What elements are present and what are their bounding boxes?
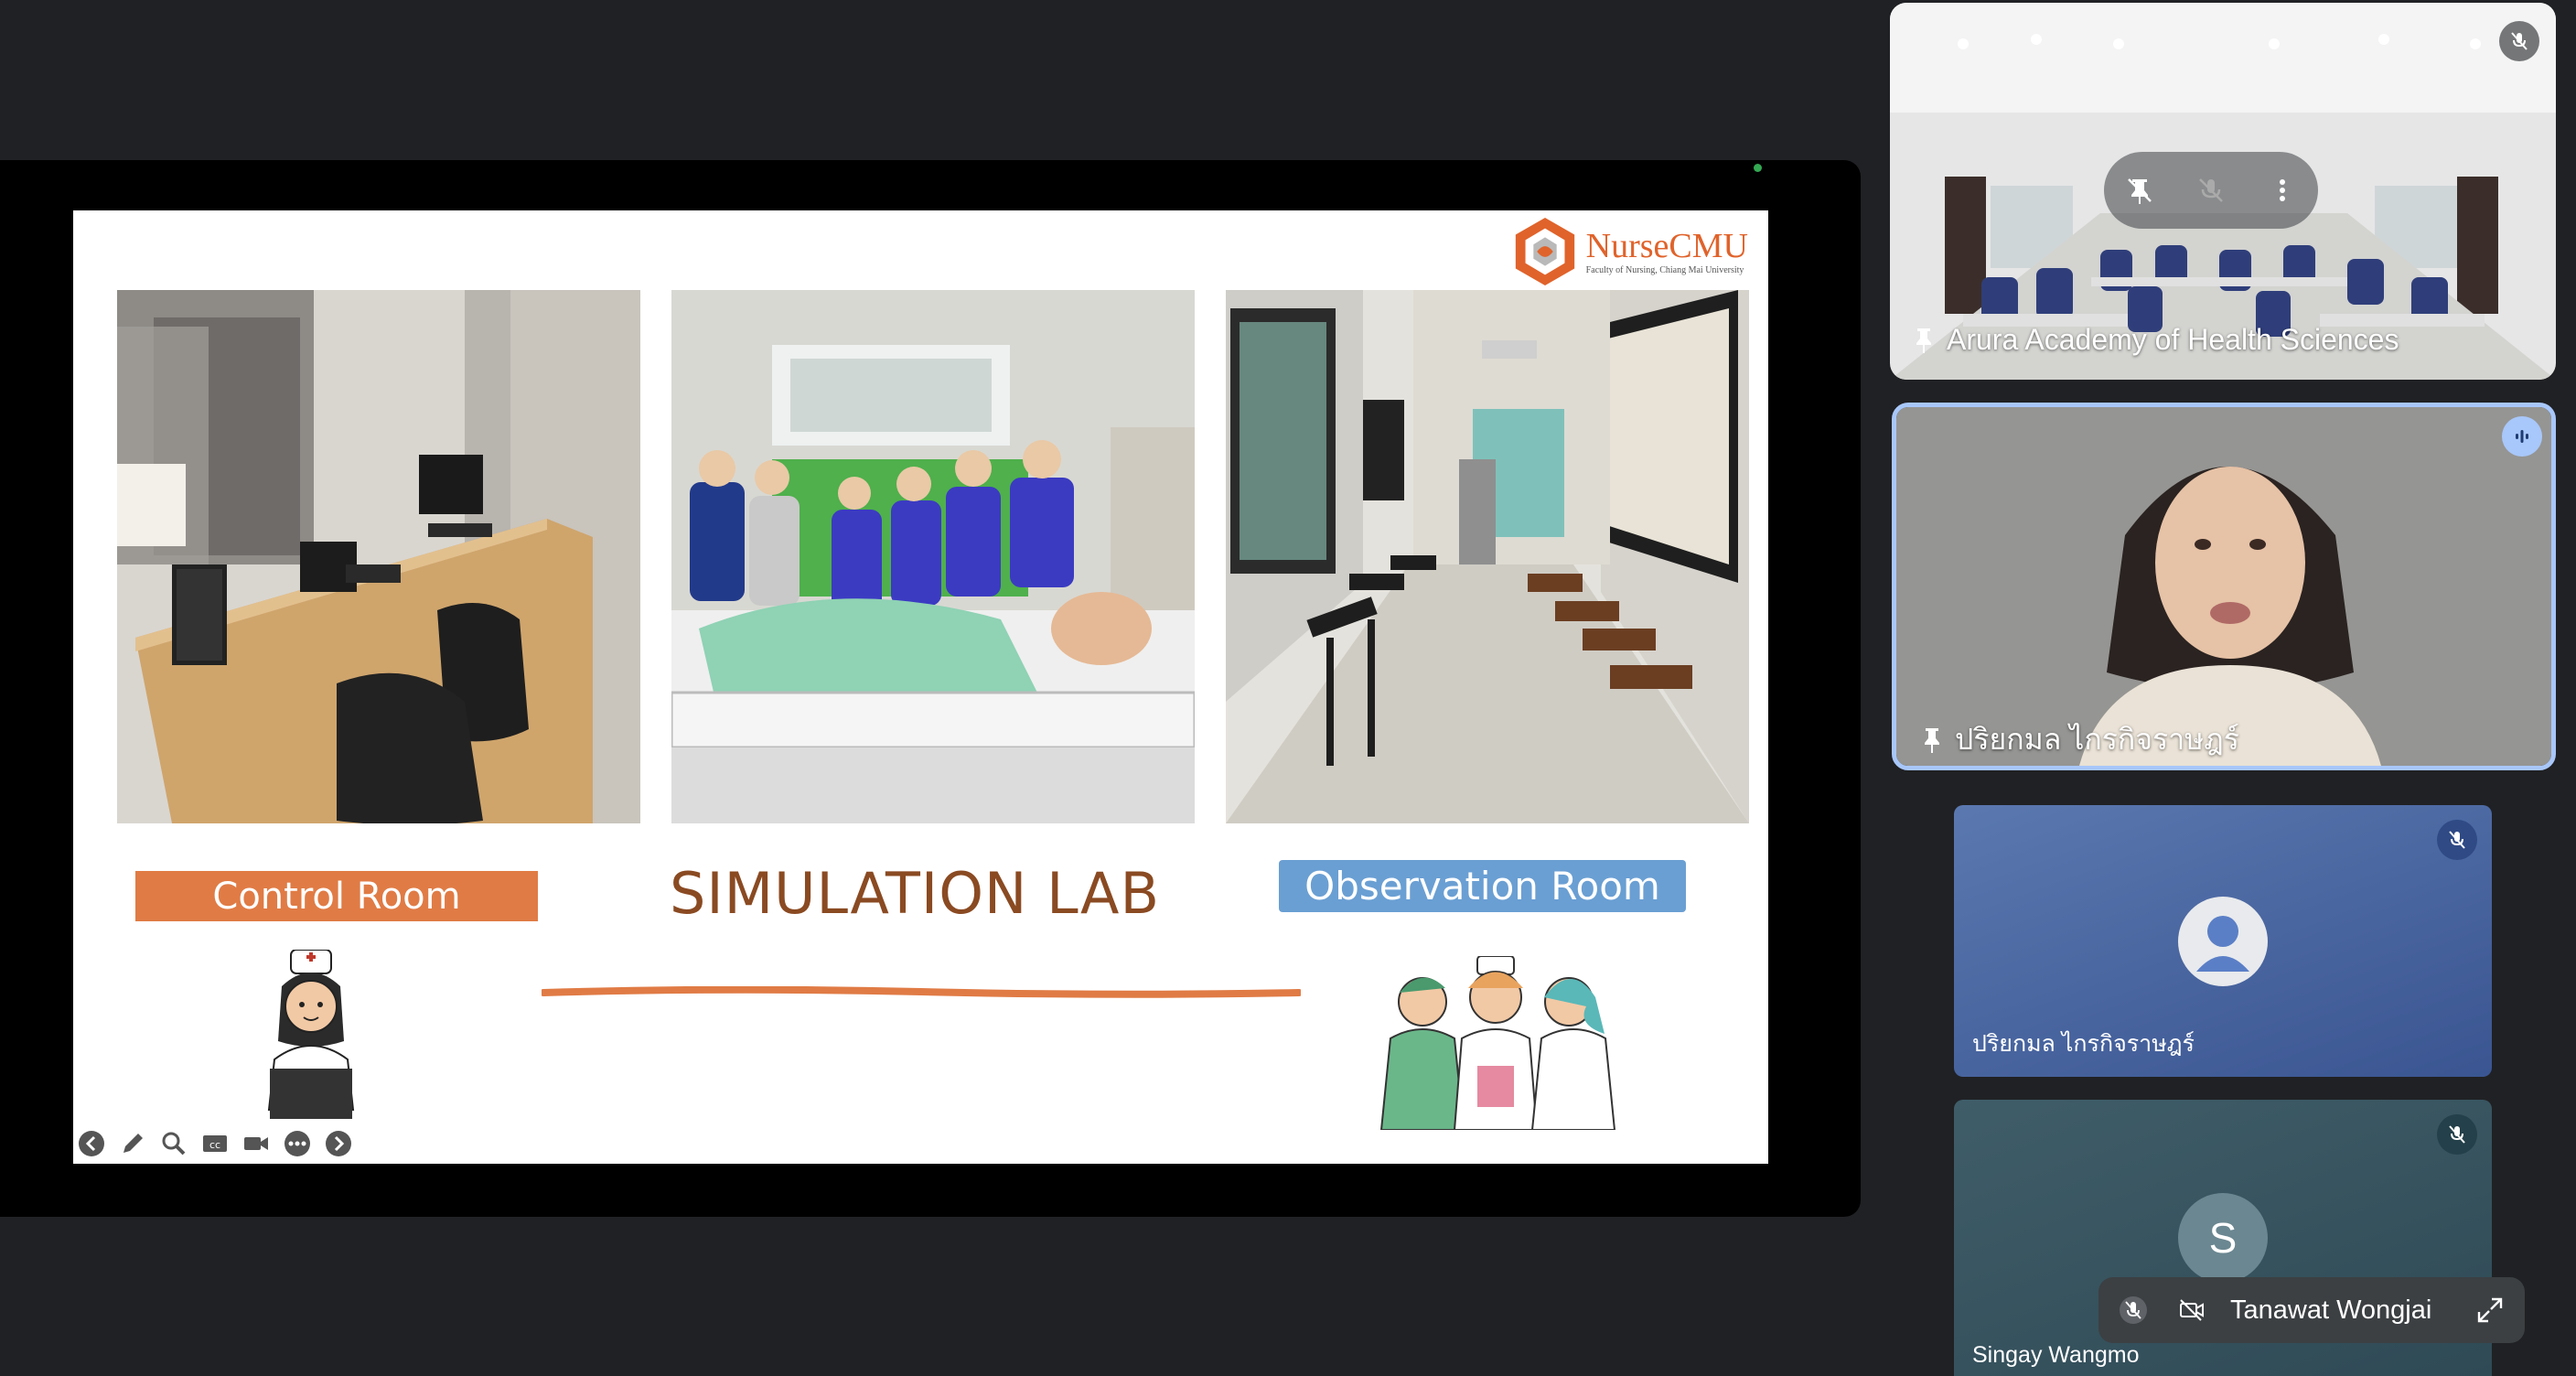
video-camera-icon (244, 1137, 268, 1150)
nursecmu-logo: NurseCMU Faculty of Nursing, Chiang Mai … (1509, 216, 1748, 287)
avatar-letter: S (2208, 1214, 2238, 1262)
mic-off-icon (2449, 831, 2465, 849)
participant-tile-speaker[interactable]: ปริยกมล ไกรกิจราษฎร์ (1892, 403, 2556, 770)
unpin-button[interactable] (2123, 174, 2156, 207)
previous-slide-button[interactable] (75, 1127, 108, 1160)
presenting-indicator (1754, 164, 1762, 172)
logo-name: NurseCMU (1585, 226, 1748, 265)
magnifier-icon (162, 1132, 186, 1156)
mic-off-icon (2511, 32, 2528, 50)
self-name: Tanawat Wongjai (2230, 1295, 2432, 1325)
expand-self-view-button[interactable] (2470, 1290, 2510, 1330)
nurse-laptop-illustration (267, 950, 355, 1119)
closed-captions-icon: cc (203, 1135, 227, 1152)
participant-name-arura: Arura Academy of Health Sciences (1914, 323, 2399, 357)
arrow-right-icon (326, 1131, 351, 1156)
nurses-group-illustration (1379, 956, 1616, 1130)
slide-toolbar: cc (75, 1127, 355, 1160)
expand-icon (2477, 1297, 2503, 1323)
participant-name-singay: Singay Wangmo (1972, 1342, 2140, 1368)
self-camera-button[interactable] (2172, 1290, 2212, 1330)
self-view-bar: Tanawat Wongjai (2098, 1277, 2525, 1343)
muted-indicator (2437, 820, 2477, 860)
presentation-slide[interactable]: NurseCMU Faculty of Nursing, Chiang Mai … (73, 210, 1768, 1164)
more-horizontal-icon (284, 1131, 310, 1156)
simulation-photo (671, 290, 1195, 823)
slide-title: SIMULATION LAB (669, 860, 1161, 927)
avatar (2178, 896, 2268, 986)
logo-subtitle: Faculty of Nursing, Chiang Mai Universit… (1585, 264, 1744, 275)
observation-room-photo (1226, 290, 1749, 823)
video-off-icon (2180, 1299, 2204, 1321)
control-room-photo (117, 290, 640, 823)
avatar: S (2178, 1193, 2268, 1283)
next-slide-button[interactable] (322, 1127, 355, 1160)
mic-off-icon (2449, 1125, 2465, 1144)
nursecmu-logo-icon (1515, 217, 1574, 286)
pin-icon (1925, 727, 1939, 753)
brush-stroke-divider (542, 986, 1301, 998)
arrow-left-icon (79, 1131, 104, 1156)
pen-tool-button[interactable] (116, 1127, 149, 1160)
mic-off-icon (2120, 1296, 2147, 1324)
pin-icon (1916, 328, 1931, 353)
self-mic-button[interactable] (2113, 1290, 2153, 1330)
more-vert-button[interactable] (2266, 174, 2299, 207)
person-icon (2196, 915, 2249, 972)
zoom-button[interactable] (157, 1127, 190, 1160)
control-room-label: Control Room (135, 871, 538, 921)
speaking-indicator (2502, 416, 2542, 457)
mute-participant-button[interactable] (2195, 174, 2227, 207)
participant-name-speaker: ปริยกมล ไกรกิจราษฎร์ (1922, 716, 2239, 763)
muted-indicator (2437, 1114, 2477, 1155)
participant-tile-avatar[interactable]: ปริยกมล ไกรกิจราษฎร์ (1954, 805, 2492, 1077)
more-options-button[interactable] (281, 1127, 314, 1160)
tile-hover-controls (2104, 152, 2318, 229)
svg-text:cc: cc (209, 1139, 220, 1151)
camera-button[interactable] (240, 1127, 273, 1160)
speaker-video (1896, 407, 2551, 766)
participant-name-avatar: ปริยกมล ไกรกิจราษฎร์ (1972, 1031, 2195, 1057)
pencil-icon (123, 1134, 143, 1153)
observation-room-label: Observation Room (1279, 860, 1686, 912)
captions-button[interactable]: cc (199, 1127, 231, 1160)
muted-indicator (2499, 21, 2539, 61)
audio-levels-icon (2516, 430, 2528, 443)
presentation-stage: NurseCMU Faculty of Nursing, Chiang Mai … (0, 160, 1861, 1217)
